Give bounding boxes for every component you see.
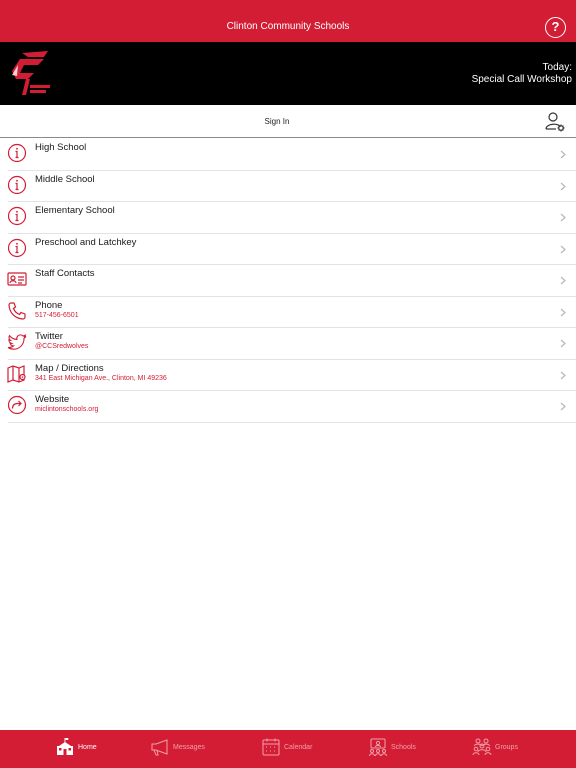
list-item-title: Website: [35, 394, 70, 405]
chevron-right-icon: [560, 402, 566, 411]
tab-label: Groups: [495, 743, 518, 751]
school-logo: [12, 51, 50, 95]
chevron-right-icon: [560, 182, 566, 190]
help-button[interactable]: ?: [545, 17, 566, 38]
menu-list: High School Middle School Elementary Sch…: [0, 139, 576, 423]
tab-schools[interactable]: Schools: [368, 736, 416, 758]
info-circle-icon: [7, 175, 27, 194]
tab-messages[interactable]: Messages: [150, 736, 205, 758]
list-item-title: Middle School: [35, 173, 95, 185]
list-item-phone[interactable]: Phone 517-456-6501: [8, 297, 576, 328]
tab-label: Calendar: [284, 743, 313, 751]
list-item-staff-contacts[interactable]: Staff Contacts: [7, 265, 576, 297]
megaphone-icon: [151, 739, 168, 756]
top-nav-bar: Clinton Community Schools ?: [0, 0, 576, 42]
list-item-preschool[interactable]: Preschool and Latchkey: [7, 234, 576, 265]
twitter-handle[interactable]: @CCSredwolves: [35, 343, 88, 350]
info-circle-icon: [7, 143, 27, 163]
list-item-title: Phone: [35, 299, 63, 311]
tab-home[interactable]: Home: [55, 736, 97, 758]
chevron-right-icon: [560, 245, 566, 253]
address[interactable]: 341 East Michigan Ave., Clinton, MI 4923…: [35, 375, 167, 382]
chevron-right-icon: [560, 213, 566, 222]
list-item-title: Twitter: [35, 331, 63, 342]
people-group-icon: [472, 738, 492, 756]
list-item-elementary-school[interactable]: Elementary School: [7, 202, 576, 234]
today-event-title: Special Call Workshop: [471, 74, 572, 85]
chevron-right-icon: [560, 371, 566, 379]
list-item-twitter[interactable]: Twitter @CCSredwolves: [7, 328, 576, 360]
tab-label: Schools: [391, 743, 416, 751]
list-item-website[interactable]: Website miclintonschools.org: [7, 391, 576, 423]
info-circle-icon: [7, 206, 27, 226]
question-circle-icon: ?: [551, 19, 560, 34]
user-gear-icon[interactable]: [544, 111, 566, 133]
phone-icon: [8, 301, 26, 320]
chevron-right-icon: [560, 276, 566, 285]
bottom-tab-bar: Home Messages Calendar Schools Groups: [0, 730, 576, 768]
app-title: Clinton Community Schools: [226, 21, 350, 32]
calendar-icon: [262, 738, 280, 756]
info-circle-icon: [7, 238, 27, 257]
map-icon: [7, 364, 26, 383]
today-event[interactable]: Today: Special Call Workshop: [472, 62, 572, 86]
tab-groups[interactable]: Groups: [472, 736, 518, 758]
school-banner: Today: Special Call Workshop: [0, 42, 576, 105]
list-item-title: Elementary School: [35, 205, 115, 216]
list-item-high-school[interactable]: High School: [7, 139, 576, 171]
chevron-right-icon: [560, 339, 566, 348]
list-item-title: High School: [35, 142, 87, 153]
share-arrow-icon: [7, 395, 27, 415]
chevron-right-icon: [560, 308, 566, 316]
school-group-icon: [369, 738, 387, 757]
twitter-icon: [7, 333, 27, 350]
tab-label: Home: [78, 743, 97, 751]
contact-card-icon: [7, 272, 27, 286]
list-item-title: Preschool and Latchkey: [35, 236, 137, 248]
website-url[interactable]: miclintonschools.org: [35, 406, 98, 413]
tab-label: Messages: [173, 743, 205, 751]
sign-in-bar[interactable]: Sign In: [0, 105, 576, 138]
chevron-right-icon: [560, 150, 566, 159]
phone-number[interactable]: 517-456-6501: [35, 312, 79, 319]
list-item-middle-school[interactable]: Middle School: [7, 171, 576, 202]
schoolhouse-icon: [57, 738, 73, 755]
list-item-map-directions[interactable]: Map / Directions 341 East Michigan Ave.,…: [7, 360, 576, 391]
sign-in-label[interactable]: Sign In: [0, 117, 554, 126]
today-label: Today:: [542, 62, 572, 73]
list-item-title: Map / Directions: [35, 362, 104, 374]
list-item-title: Staff Contacts: [35, 268, 95, 279]
tab-calendar[interactable]: Calendar: [261, 736, 312, 758]
